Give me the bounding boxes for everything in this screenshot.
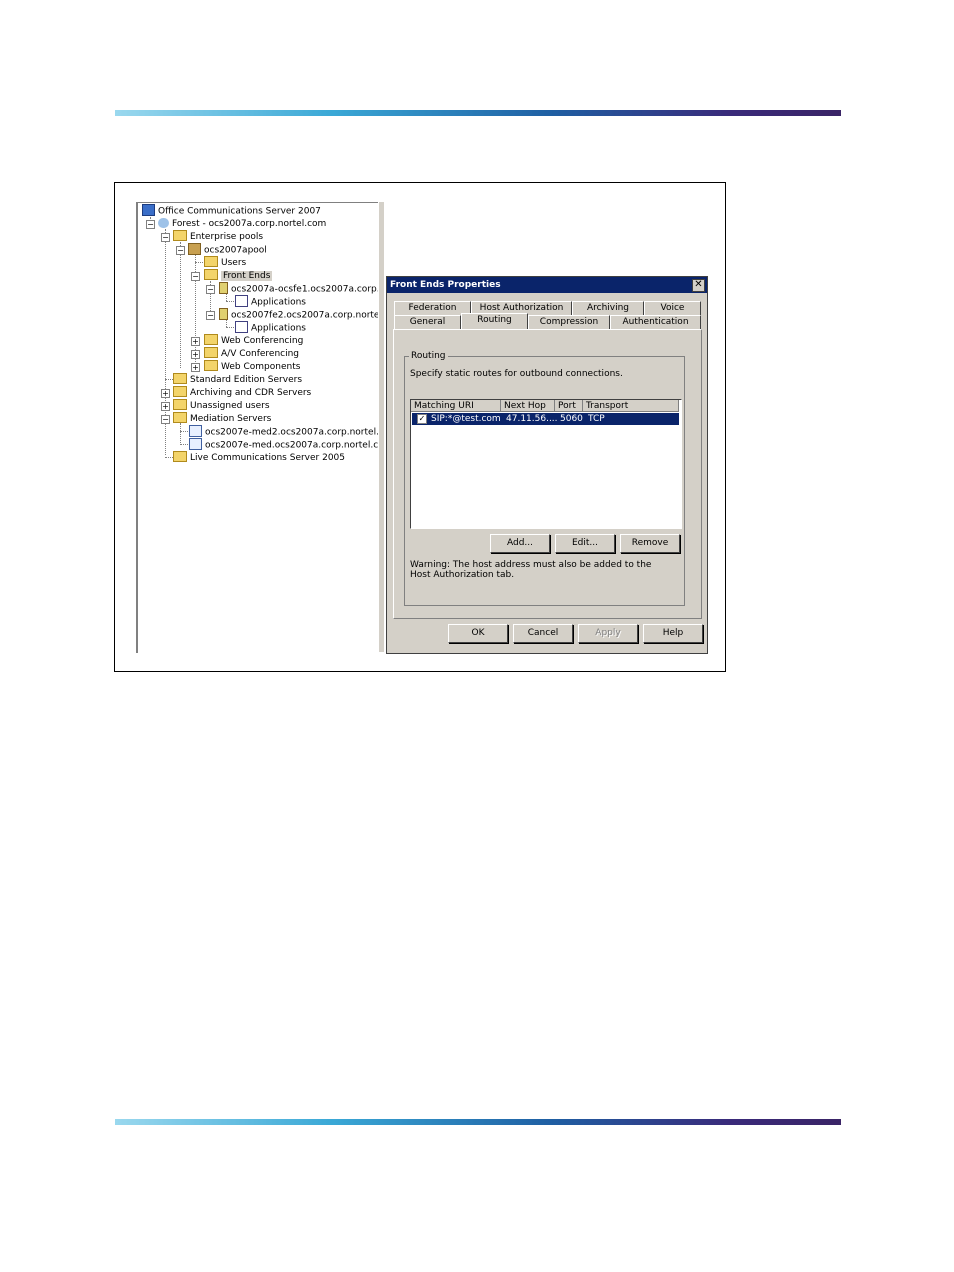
tree-fe1[interactable]: ocs2007a-ocsfe1.ocs2007a.corp.nortel.com (219, 282, 380, 295)
tree-web-components[interactable]: Web Components (204, 360, 300, 373)
tree-line (180, 242, 181, 368)
console-tree[interactable]: Office Communications Server 2007 − Fore… (136, 202, 380, 653)
front-ends-properties-dialog: Front Ends Properties ✕ Federation Host … (386, 276, 708, 654)
cell-matching-uri: SIP:*@test.com (431, 414, 501, 424)
mediation-server-icon (189, 438, 202, 450)
collapse-icon[interactable]: − (161, 415, 170, 424)
tree-enterprise-pools[interactable]: Enterprise pools (173, 230, 263, 243)
add-button[interactable]: Add... (490, 534, 550, 553)
cell-next-hop: 47.11.56.... (506, 414, 558, 424)
dialog-title: Front Ends Properties (390, 280, 501, 290)
tree-archiving-cdr[interactable]: Archiving and CDR Servers (173, 386, 311, 399)
folder-icon (204, 347, 218, 358)
tab-federation[interactable]: Federation (394, 301, 471, 315)
routing-description: Specify static routes for outbound conne… (410, 369, 623, 379)
routing-group-title: Routing (409, 351, 448, 361)
expand-icon[interactable]: + (161, 402, 170, 411)
folder-icon (173, 230, 187, 241)
close-button[interactable]: ✕ (692, 279, 705, 292)
tab-archiving[interactable]: Archiving (572, 301, 644, 315)
collapse-icon[interactable]: − (161, 233, 170, 242)
tree-mediation-2[interactable]: ocs2007e-med2.ocs2007a.corp.nortel.com (189, 425, 380, 438)
folder-icon (173, 373, 187, 384)
cancel-button[interactable]: Cancel (513, 624, 573, 643)
table-row[interactable]: ✓ SIP:*@test.com 47.11.56.... 5060 TCP (412, 413, 679, 425)
folder-icon (173, 412, 187, 423)
forest-icon (158, 217, 169, 228)
tab-general[interactable]: General (394, 315, 461, 329)
tree-line (180, 431, 188, 432)
cell-transport: TCP (588, 414, 605, 424)
tree-av-conferencing[interactable]: A/V Conferencing (204, 347, 299, 360)
edit-button[interactable]: Edit... (555, 534, 615, 553)
tab-compression[interactable]: Compression (528, 315, 610, 329)
tree-mediation-servers[interactable]: Mediation Servers (173, 412, 271, 425)
column-transport[interactable]: Transport (583, 400, 679, 412)
tree-forest[interactable]: Forest - ocs2007a.corp.nortel.com (158, 217, 326, 230)
column-next-hop[interactable]: Next Hop (501, 400, 555, 412)
collapse-icon[interactable]: − (191, 272, 200, 281)
tree-line (226, 327, 234, 328)
tab-authentication[interactable]: Authentication (610, 315, 701, 329)
tree-line (165, 379, 173, 380)
tree-root[interactable]: Office Communications Server 2007 (142, 204, 321, 217)
folder-icon (204, 269, 218, 280)
help-button[interactable]: Help (643, 624, 703, 643)
collapse-icon[interactable]: − (146, 220, 155, 229)
tree-fe2[interactable]: ocs2007fe2.ocs2007a.corp.nortel.com (219, 308, 380, 321)
expand-icon[interactable]: + (191, 363, 200, 372)
folder-icon (173, 451, 187, 462)
footer-band (115, 1119, 841, 1125)
collapse-icon[interactable]: − (206, 285, 215, 294)
tree-line (180, 423, 181, 443)
tree-standard-edition[interactable]: Standard Edition Servers (173, 373, 302, 386)
tree-users[interactable]: Users (204, 256, 246, 269)
tree-line (226, 294, 227, 301)
folder-icon (204, 334, 218, 345)
collapse-icon[interactable]: − (206, 311, 215, 320)
tree-unassigned-users[interactable]: Unassigned users (173, 399, 270, 412)
tree-mediation-1[interactable]: ocs2007e-med.ocs2007a.corp.nortel.com (189, 438, 380, 451)
column-port[interactable]: Port (555, 400, 583, 412)
routes-list[interactable]: Matching URI Next Hop Port Transport ✓ S… (410, 399, 682, 529)
remove-button[interactable]: Remove (620, 534, 680, 553)
tree-pool[interactable]: ocs2007apool (188, 243, 267, 256)
applications-icon (235, 321, 248, 333)
server-icon (219, 308, 228, 320)
route-enabled-checkbox[interactable]: ✓ (417, 414, 427, 424)
host-warning-text: Warning: The host address must also be a… (410, 560, 652, 580)
folder-icon (173, 386, 187, 397)
folder-icon (204, 360, 218, 371)
tree-line (226, 301, 234, 302)
tree-front-ends[interactable]: Front Ends (204, 269, 273, 282)
applications-icon (235, 295, 248, 307)
tree-line (195, 262, 203, 263)
ocs-server-icon (142, 204, 155, 216)
tab-routing[interactable]: Routing (461, 313, 528, 329)
column-matching-uri[interactable]: Matching URI (411, 400, 501, 412)
collapse-icon[interactable]: − (176, 246, 185, 255)
expand-icon[interactable]: + (161, 389, 170, 398)
tree-lcs2005[interactable]: Live Communications Server 2005 (173, 451, 345, 464)
tree-line (226, 320, 227, 327)
expand-icon[interactable]: + (191, 350, 200, 359)
header-band (115, 110, 841, 116)
expand-icon[interactable]: + (191, 337, 200, 346)
pool-icon (188, 243, 201, 255)
cell-port: 5060 (560, 414, 583, 424)
mediation-server-icon (189, 425, 202, 437)
tab-voice[interactable]: Voice (644, 301, 701, 315)
server-icon (219, 282, 228, 294)
ok-button[interactable]: OK (448, 624, 508, 643)
tree-fe2-applications[interactable]: Applications (235, 321, 306, 334)
tree-fe1-applications[interactable]: Applications (235, 295, 306, 308)
folder-icon (173, 399, 187, 410)
dialog-titlebar[interactable]: Front Ends Properties ✕ (387, 277, 707, 293)
folder-icon (204, 256, 218, 267)
tree-web-conferencing[interactable]: Web Conferencing (204, 334, 303, 347)
tree-line (165, 457, 173, 458)
tree-line (180, 444, 188, 445)
apply-button[interactable]: Apply (578, 624, 638, 643)
